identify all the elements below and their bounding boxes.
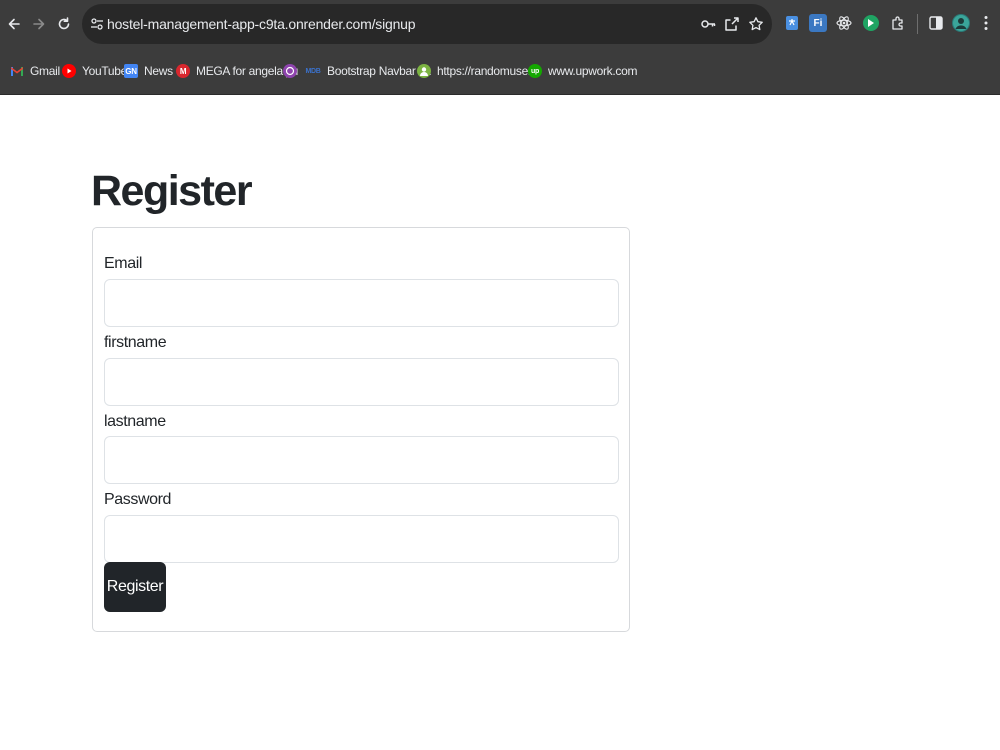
bookmark-mega[interactable]: M MEGA for angela yu [176,61,298,81]
profile-avatar-icon[interactable] [952,14,970,32]
arrow-right-icon [33,18,45,30]
upwork-icon: up [528,64,542,78]
site-settings-icon[interactable] [90,17,104,31]
email-label: Email [104,255,143,272]
url-text[interactable]: hostel-management-app-c9ta.onrender.com/… [107,4,416,44]
react-devtools-icon[interactable] [835,14,853,32]
side-panel-icon[interactable] [927,14,945,32]
green-extension-icon[interactable] [862,14,880,32]
password-key-icon[interactable] [700,16,716,32]
page-title: Register [91,167,253,215]
toolbar-divider [917,14,918,34]
password-label: Password [104,491,172,508]
firstname-label: firstname [104,334,167,351]
share-icon[interactable] [724,16,740,32]
forward-button[interactable] [27,12,51,36]
reload-button[interactable] [52,12,76,36]
extensions-puzzle-icon[interactable] [889,14,907,32]
bookmark-youtube[interactable]: YouTube [62,61,127,81]
reload-icon [58,17,70,30]
browser-toolbar: hostel-management-app-c9ta.onrender.com/… [0,0,1000,48]
lastname-label: lastname [104,413,166,430]
email-field[interactable] [104,279,619,327]
bookmark-upwork[interactable]: up www.upwork.com [528,61,637,81]
lastname-field[interactable] [104,436,619,484]
youtube-icon [62,64,76,78]
randomuser-icon [417,64,431,78]
address-bar[interactable]: hostel-management-app-c9ta.onrender.com/… [82,4,772,44]
mdb-icon: MDB [305,67,321,75]
bookmarks-bar: Gmail YouTube GN News M MEGA for angela … [0,48,1000,95]
register-button[interactable]: Register [104,562,166,612]
translate-extension-icon[interactable] [784,14,802,32]
bookmark-gmail[interactable]: Gmail [10,61,60,81]
purple-app-icon [283,64,297,78]
more-menu-icon[interactable] [977,14,995,32]
bookmark-star-icon[interactable] [748,16,764,32]
arrow-left-icon [8,18,20,30]
bookmark-news[interactable]: GN News [124,61,173,81]
bookmark-bootstrap-navbar[interactable]: MDB Bootstrap Navbar -... [305,61,431,81]
register-form: Email firstname lastname Password Regist… [92,227,630,632]
news-icon: GN [124,64,138,78]
mega-icon: M [176,64,190,78]
bookmark-purple-app[interactable] [283,61,303,81]
gmail-icon [10,64,24,78]
bookmark-randomuser[interactable]: https://randomuser... [417,61,540,81]
password-field[interactable] [104,515,619,563]
back-button[interactable] [2,12,26,36]
firstname-field[interactable] [104,358,619,406]
fi-extension-icon[interactable]: Fi [809,14,827,32]
